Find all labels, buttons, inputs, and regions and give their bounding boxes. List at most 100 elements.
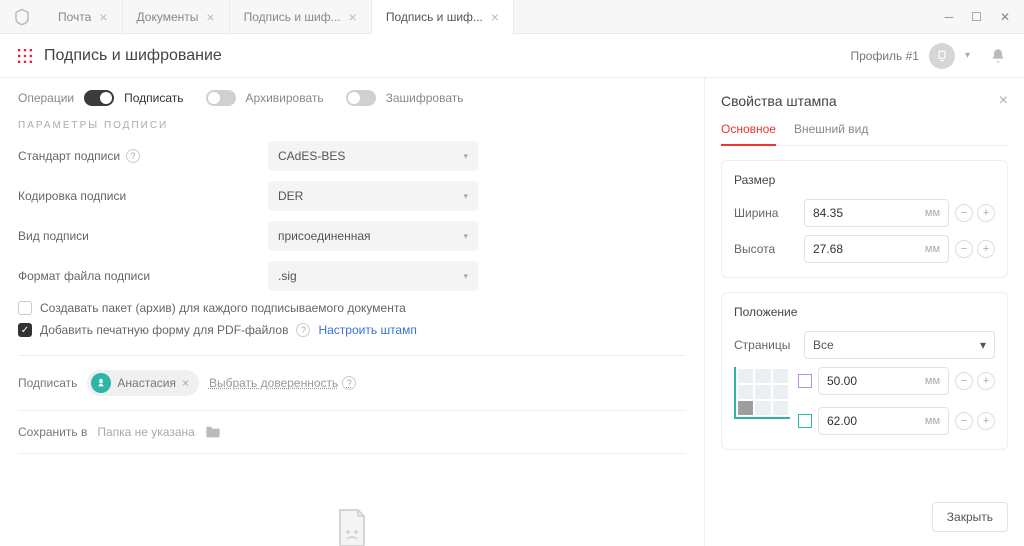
decrement-button[interactable]: −	[955, 412, 973, 430]
y-offset-input[interactable]: 62.00мм	[818, 407, 949, 435]
tab-main[interactable]: Основное	[721, 122, 776, 146]
panel-title: Свойства штампа	[721, 93, 837, 109]
increment-button[interactable]: +	[977, 412, 995, 430]
stamp-panel: Свойства штампа × Основное Внешний вид Р…	[704, 78, 1024, 546]
save-label: Сохранить в	[18, 425, 87, 439]
encoding-label: Кодировка подписи	[18, 189, 126, 203]
pack-checkbox[interactable]	[18, 301, 32, 315]
size-title: Размер	[734, 173, 995, 187]
type-label: Вид подписи	[18, 229, 89, 243]
select-value: присоединенная	[278, 229, 371, 243]
close-button[interactable]: Закрыть	[932, 502, 1008, 532]
tab-label: Подпись и шиф...	[386, 10, 483, 24]
increment-button[interactable]: +	[977, 240, 995, 258]
tab-label: Почта	[58, 10, 91, 24]
toggle-encrypt[interactable]	[346, 90, 376, 106]
close-icon[interactable]: ×	[206, 9, 214, 25]
close-icon[interactable]: ×	[99, 9, 107, 25]
chevron-down-icon: ▾	[463, 151, 468, 162]
type-select[interactable]: присоединенная ▾	[268, 221, 478, 251]
close-window-icon[interactable]: ✕	[1000, 10, 1010, 24]
standard-select[interactable]: CAdES-BES ▾	[268, 141, 478, 171]
minimize-icon[interactable]: ─	[945, 10, 954, 24]
configure-stamp-link[interactable]: Настроить штамп	[318, 323, 416, 337]
user-cert-icon	[91, 373, 111, 393]
select-value: .sig	[278, 269, 297, 283]
empty-state	[18, 504, 686, 546]
size-card: Размер Ширина 84.35мм −+ Высота 27.68мм …	[721, 160, 1008, 278]
help-icon[interactable]: ?	[296, 323, 310, 337]
maximize-icon[interactable]: ☐	[971, 10, 982, 24]
sign-label: Подписать	[124, 91, 183, 105]
chevron-down-icon: ▾	[463, 231, 468, 242]
close-panel-icon[interactable]: ×	[999, 92, 1008, 110]
help-icon: ?	[342, 376, 356, 390]
operations-row: Операции Подписать Архивировать Зашифров…	[18, 90, 686, 106]
encrypt-label: Зашифровать	[386, 91, 464, 105]
bell-icon[interactable]	[990, 48, 1006, 64]
apps-grid-icon[interactable]	[18, 49, 32, 63]
format-label: Формат файла подписи	[18, 269, 150, 283]
help-icon[interactable]: ?	[126, 149, 140, 163]
width-label: Ширина	[734, 206, 798, 220]
tab-mail[interactable]: Почта ×	[44, 0, 123, 34]
chevron-down-icon: ▾	[463, 191, 468, 202]
tab-appearance[interactable]: Внешний вид	[794, 122, 868, 145]
y-axis-icon	[798, 414, 812, 428]
signer-chip[interactable]: Анастасия ×	[87, 370, 199, 396]
pack-label: Создавать пакет (архив) для каждого подп…	[40, 301, 406, 315]
decrement-button[interactable]: −	[955, 240, 973, 258]
titlebar-tabs: Почта × Документы × Подпись и шиф... × П…	[0, 0, 1024, 34]
remove-icon[interactable]: ×	[182, 376, 189, 390]
tab-sign-2[interactable]: Подпись и шиф... ×	[372, 0, 514, 34]
x-offset-input[interactable]: 50.00мм	[818, 367, 949, 395]
print-checkbox[interactable]: ✓	[18, 323, 32, 337]
chevron-down-icon: ▾	[965, 50, 970, 61]
profile-label: Профиль #1	[850, 49, 918, 63]
chevron-down-icon: ▾	[980, 338, 986, 352]
tab-label: Подпись и шиф...	[244, 10, 341, 24]
height-label: Высота	[734, 242, 798, 256]
anchor-grid[interactable]	[734, 367, 790, 419]
pages-select[interactable]: Все▾	[804, 331, 995, 359]
format-select[interactable]: .sig ▾	[268, 261, 478, 291]
print-label: Добавить печатную форму для PDF-файлов	[40, 323, 288, 337]
select-attorney-link[interactable]: Выбрать доверенность ?	[209, 376, 356, 390]
archive-label: Архивировать	[246, 91, 324, 105]
avatar	[929, 43, 955, 69]
chevron-down-icon: ▾	[463, 271, 468, 282]
position-title: Положение	[734, 305, 995, 319]
sign-params-heading: ПАРАМЕТРЫ ПОДПИСИ	[18, 120, 686, 131]
standard-label: Стандарт подписи	[18, 149, 120, 163]
height-input[interactable]: 27.68мм	[804, 235, 949, 263]
increment-button[interactable]: +	[977, 372, 995, 390]
close-icon[interactable]: ×	[491, 9, 499, 25]
x-axis-icon	[798, 374, 812, 388]
profile-menu[interactable]: Профиль #1 ▾	[850, 43, 1006, 69]
page-header: Подпись и шифрование Профиль #1 ▾	[0, 34, 1024, 78]
select-value: DER	[278, 189, 303, 203]
tab-sign-1[interactable]: Подпись и шиф... ×	[230, 0, 372, 34]
folder-placeholder: Папка не указана	[97, 425, 194, 439]
width-input[interactable]: 84.35мм	[804, 199, 949, 227]
page-title: Подпись и шифрование	[44, 47, 222, 65]
close-icon[interactable]: ×	[349, 9, 357, 25]
app-logo-icon	[0, 8, 44, 26]
increment-button[interactable]: +	[977, 204, 995, 222]
position-card: Положение Страницы Все▾ 50.00мм −+	[721, 292, 1008, 450]
tab-label: Документы	[137, 10, 199, 24]
toggle-sign[interactable]	[84, 90, 114, 106]
signer-label: Подписать	[18, 376, 77, 390]
signer-name: Анастасия	[117, 376, 176, 390]
decrement-button[interactable]: −	[955, 372, 973, 390]
operations-label: Операции	[18, 91, 74, 105]
pages-label: Страницы	[734, 338, 798, 352]
toggle-archive[interactable]	[206, 90, 236, 106]
select-value: CAdES-BES	[278, 149, 345, 163]
encoding-select[interactable]: DER ▾	[268, 181, 478, 211]
tab-documents[interactable]: Документы ×	[123, 0, 230, 34]
window-controls: ─ ☐ ✕	[945, 10, 1024, 24]
decrement-button[interactable]: −	[955, 204, 973, 222]
folder-icon[interactable]	[205, 425, 221, 439]
main-content: Операции Подписать Архивировать Зашифров…	[0, 78, 704, 546]
